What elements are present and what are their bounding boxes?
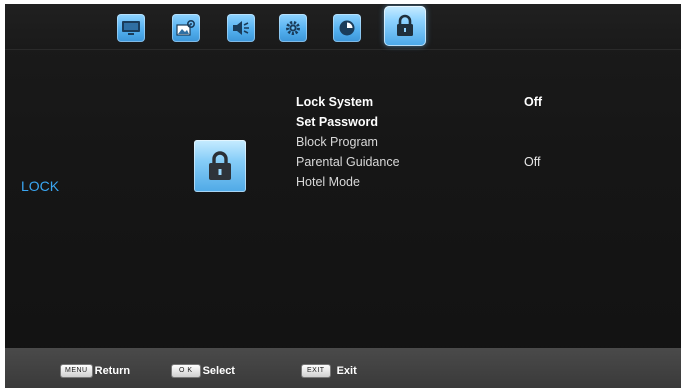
menu-item-set-password[interactable]: Set Password bbox=[296, 112, 556, 132]
hint-exit-label: Exit bbox=[336, 365, 357, 377]
sound-icon bbox=[233, 21, 249, 35]
tab-picture-settings[interactable] bbox=[172, 14, 200, 42]
menu-item-parental-guidance[interactable]: Parental Guidance Off bbox=[296, 152, 556, 172]
category-tab-bar bbox=[5, 4, 681, 50]
menu-item-label: Block Program bbox=[296, 135, 378, 149]
ok-key-icon: O K bbox=[172, 365, 200, 377]
page-title: LOCK bbox=[21, 178, 60, 194]
settings-gear-icon bbox=[286, 21, 300, 35]
menu-item-hotel-mode[interactable]: Hotel Mode bbox=[296, 172, 556, 192]
tab-time[interactable] bbox=[333, 14, 361, 42]
hint-return[interactable]: MENU Return bbox=[61, 365, 130, 377]
menu-item-block-program[interactable]: Block Program bbox=[296, 132, 556, 152]
hint-exit[interactable]: EXIT Exit bbox=[302, 365, 357, 377]
menu-item-label: Parental Guidance bbox=[296, 155, 400, 169]
menu-item-value: Off bbox=[524, 95, 543, 109]
section-lock-emblem bbox=[194, 140, 246, 192]
lock-menu-list: Lock System Off Set Password Block Progr… bbox=[296, 92, 556, 192]
exit-key-icon: EXIT bbox=[302, 365, 330, 377]
lock-icon bbox=[209, 151, 231, 180]
footer-hint-bar: MENU Return O K Select EXIT Exit bbox=[5, 348, 681, 388]
hint-select[interactable]: O K Select bbox=[172, 365, 235, 377]
menu-key-icon: MENU bbox=[61, 365, 92, 377]
menu-item-label: Lock System bbox=[296, 95, 374, 109]
tab-picture[interactable] bbox=[117, 14, 145, 42]
menu-item-value: Off bbox=[524, 155, 541, 169]
menu-item-label: Hotel Mode bbox=[296, 175, 360, 189]
lock-icon bbox=[397, 14, 413, 36]
tab-settings[interactable] bbox=[279, 14, 307, 42]
clock-time-icon bbox=[339, 20, 355, 36]
tv-osd-screen: LOCK Lock System Off Set Password Block … bbox=[5, 4, 681, 388]
picture-settings-icon bbox=[176, 19, 196, 36]
tab-sound[interactable] bbox=[227, 14, 255, 42]
hint-return-label: Return bbox=[94, 365, 131, 377]
hint-select-label: Select bbox=[202, 365, 235, 377]
tab-lock[interactable] bbox=[384, 6, 426, 46]
menu-item-label: Set Password bbox=[296, 115, 378, 129]
tv-picture-icon bbox=[122, 21, 140, 35]
menu-item-lock-system[interactable]: Lock System Off bbox=[296, 92, 556, 112]
